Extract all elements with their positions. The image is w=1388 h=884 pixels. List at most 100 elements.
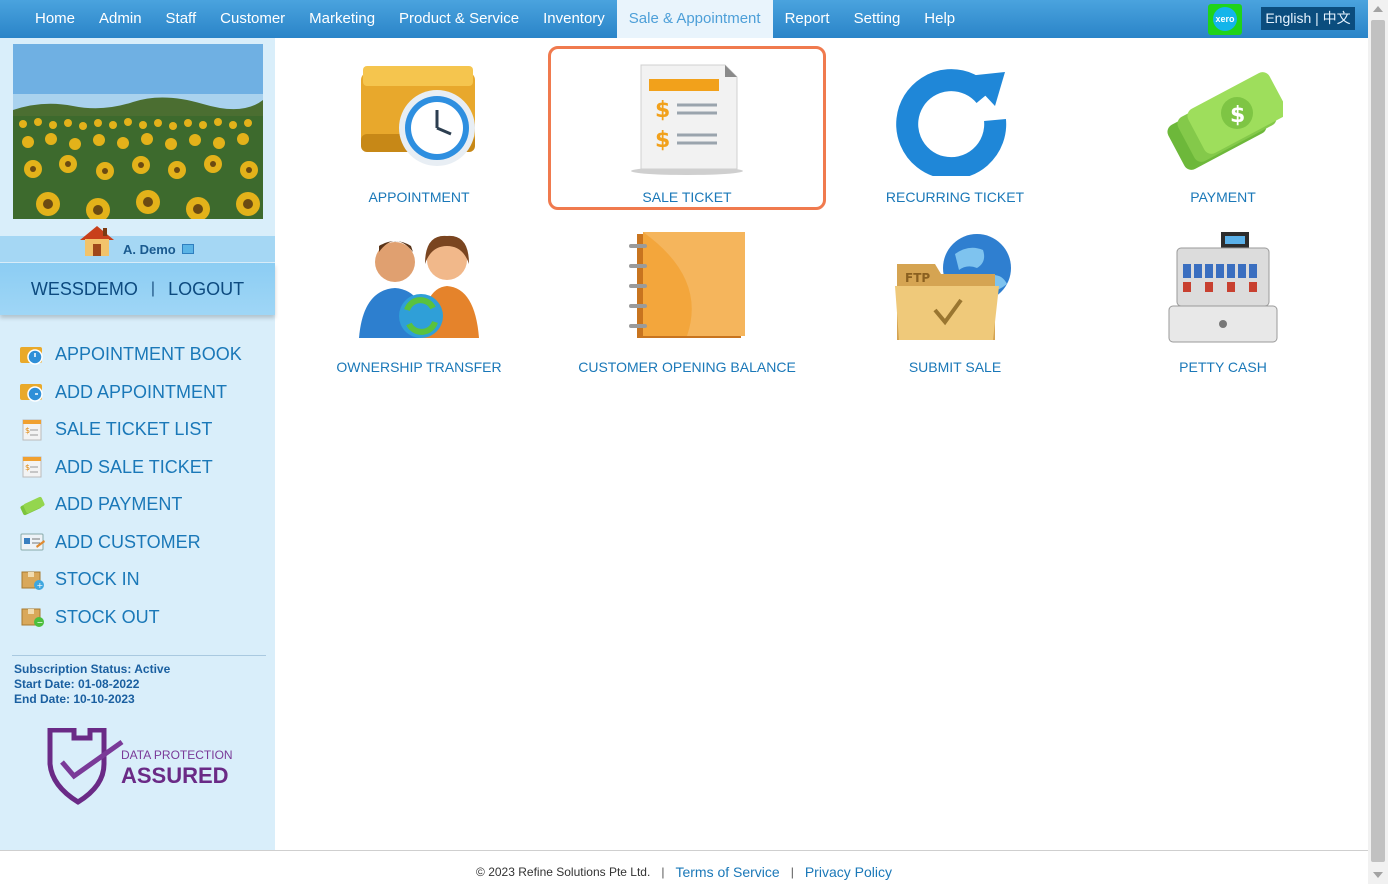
tile-label: PETTY CASH (1179, 359, 1267, 375)
account-link[interactable]: WESSDEMO (31, 279, 138, 300)
svg-text:$: $ (25, 463, 30, 472)
svg-text:$: $ (1230, 103, 1245, 128)
account-bar: WESSDEMO | LOGOUT (0, 263, 275, 315)
nav-product-service[interactable]: Product & Service (387, 0, 531, 38)
tile-payment[interactable]: $ PAYMENT (1089, 46, 1357, 211)
xero-button[interactable]: xero (1208, 4, 1242, 35)
language-switcher[interactable]: English | 中文 (1261, 7, 1355, 30)
sidebar-divider (12, 655, 266, 656)
nav-marketing[interactable]: Marketing (297, 0, 387, 38)
tile-label: RECURRING TICKET (885, 189, 1025, 205)
subscription-status: Subscription Status: Active (14, 662, 171, 676)
tile-submit-sale[interactable]: FTP SUBMIT SALE (821, 216, 1089, 381)
add-customer-icon (20, 533, 45, 551)
subscription-info: Subscription Status: Active Start Date: … (14, 662, 170, 707)
nav-home[interactable]: Home (23, 0, 87, 38)
nav-report[interactable]: Report (773, 0, 842, 38)
side-menu: APPOINTMENT BOOK ADD APPOINTMENT $ SALE … (18, 336, 242, 636)
sidebar-item-label: STOCK IN (55, 569, 140, 590)
sidebar-item-add-customer[interactable]: ADD CUSTOMER (18, 524, 242, 562)
sale-ticket-icon: $ $ (631, 64, 743, 175)
tile-customer-opening-balance[interactable]: CUSTOMER OPENING BALANCE (553, 216, 821, 381)
home-icon[interactable] (78, 224, 116, 258)
stock-out-icon: − (21, 608, 44, 628)
add-appointment-icon (20, 384, 43, 402)
add-sale-ticket-icon: $ (22, 456, 42, 478)
tile-label: PAYMENT (1190, 189, 1256, 205)
sidebar-item-stock-in[interactable]: + STOCK IN (18, 561, 242, 599)
sidebar-item-stock-out[interactable]: − STOCK OUT (18, 599, 242, 637)
footer-separator: | (661, 864, 665, 879)
sidebar-item-label: APPOINTMENT BOOK (55, 344, 242, 365)
cash-register-icon (1168, 232, 1278, 343)
tile-recurring-ticket[interactable]: RECURRING TICKET (821, 46, 1089, 211)
sidebar-item-add-payment[interactable]: ADD PAYMENT (18, 486, 242, 524)
sidebar-item-label: ADD SALE TICKET (55, 456, 213, 477)
nav-help[interactable]: Help (912, 0, 967, 38)
svg-text:+: + (37, 581, 44, 590)
nav-admin[interactable]: Admin (87, 0, 154, 38)
account-separator: | (150, 280, 156, 297)
user-bar: A. Demo (0, 226, 275, 262)
username: A. Demo (123, 242, 176, 257)
sunflower-field-photo (13, 44, 263, 219)
svg-text:$: $ (25, 426, 30, 435)
nav-sale-appointment[interactable]: Sale & Appointment (616, 0, 773, 38)
start-date: Start Date: 01-08-2022 (14, 677, 140, 691)
ownership-transfer-icon (359, 235, 479, 338)
sale-ticket-list-icon: $ (22, 419, 42, 441)
lang-chinese[interactable]: 中文 (1323, 10, 1351, 26)
badge-line1: DATA PROTECTION (121, 748, 233, 762)
xero-logo-icon: xero (1213, 7, 1237, 31)
tile-label: SUBMIT SALE (908, 359, 1002, 375)
cash-money-icon: $ (1167, 72, 1283, 170)
ftp-folder-icon: FTP (895, 234, 1011, 340)
svg-text:FTP: FTP (905, 271, 930, 285)
scroll-up-arrow-icon[interactable] (1373, 6, 1383, 12)
tile-ownership-transfer[interactable]: OWNERSHIP TRANSFER (285, 216, 553, 381)
scroll-down-arrow-icon[interactable] (1373, 872, 1383, 878)
sidebar-item-label: ADD PAYMENT (55, 494, 183, 515)
copyright-text: © 2023 Refine Solutions Pte Ltd. (476, 864, 651, 879)
top-nav-bar: Home Admin Staff Customer Marketing Prod… (0, 0, 1368, 38)
nav-inventory[interactable]: Inventory (531, 0, 617, 38)
sidebar-item-label: SALE TICKET LIST (55, 419, 213, 440)
lang-separator: | (1315, 10, 1319, 26)
data-protection-assured-badge: DATA PROTECTION ASSURED (47, 728, 233, 805)
recurring-arrow-icon (896, 69, 1007, 176)
end-date: End Date: 10-10-2023 (14, 692, 135, 706)
appointment-book-icon (20, 346, 43, 365)
nav-customer[interactable]: Customer (208, 0, 297, 38)
tile-appointment[interactable]: APPOINTMENT (285, 46, 553, 211)
tile-label: SALE TICKET (642, 189, 732, 205)
vertical-scrollbar[interactable] (1368, 0, 1388, 884)
svg-text:$: $ (655, 98, 670, 123)
appointment-clock-icon (361, 66, 475, 166)
nav-staff[interactable]: Staff (154, 0, 209, 38)
terms-of-service-link[interactable]: Terms of Service (675, 864, 779, 880)
sidebar-item-label: ADD APPOINTMENT (55, 381, 228, 402)
computer-icon (182, 244, 194, 254)
sidebar: A. Demo WESSDEMO | LOGOUT APPOINTMENT BO… (0, 38, 275, 850)
footer-separator: | (790, 864, 794, 879)
logout-link[interactable]: LOGOUT (168, 279, 244, 300)
svg-text:$: $ (655, 128, 670, 153)
sidebar-item-add-appointment[interactable]: ADD APPOINTMENT (18, 374, 242, 412)
sidebar-item-sale-ticket-list[interactable]: $ SALE TICKET LIST (18, 411, 242, 449)
tile-label: OWNERSHIP TRANSFER (336, 359, 502, 375)
badge-line2: ASSURED (121, 763, 229, 788)
tile-label: CUSTOMER OPENING BALANCE (578, 359, 796, 375)
lang-english[interactable]: English (1265, 10, 1311, 26)
footer: © 2023 Refine Solutions Pte Ltd. | Terms… (0, 850, 1368, 884)
nav-setting[interactable]: Setting (842, 0, 913, 38)
sidebar-item-label: ADD CUSTOMER (55, 531, 201, 552)
scroll-thumb[interactable] (1371, 20, 1385, 862)
sidebar-item-appointment-book[interactable]: APPOINTMENT BOOK (18, 336, 242, 374)
tile-sale-ticket[interactable]: $ $ SALE TICKET (548, 46, 826, 210)
sidebar-item-label: STOCK OUT (55, 606, 160, 627)
tile-petty-cash[interactable]: PETTY CASH (1089, 216, 1357, 381)
stock-in-icon: + (21, 571, 44, 590)
svg-text:−: − (37, 618, 44, 627)
sidebar-item-add-sale-ticket[interactable]: $ ADD SALE TICKET (18, 449, 242, 487)
privacy-policy-link[interactable]: Privacy Policy (805, 864, 892, 880)
